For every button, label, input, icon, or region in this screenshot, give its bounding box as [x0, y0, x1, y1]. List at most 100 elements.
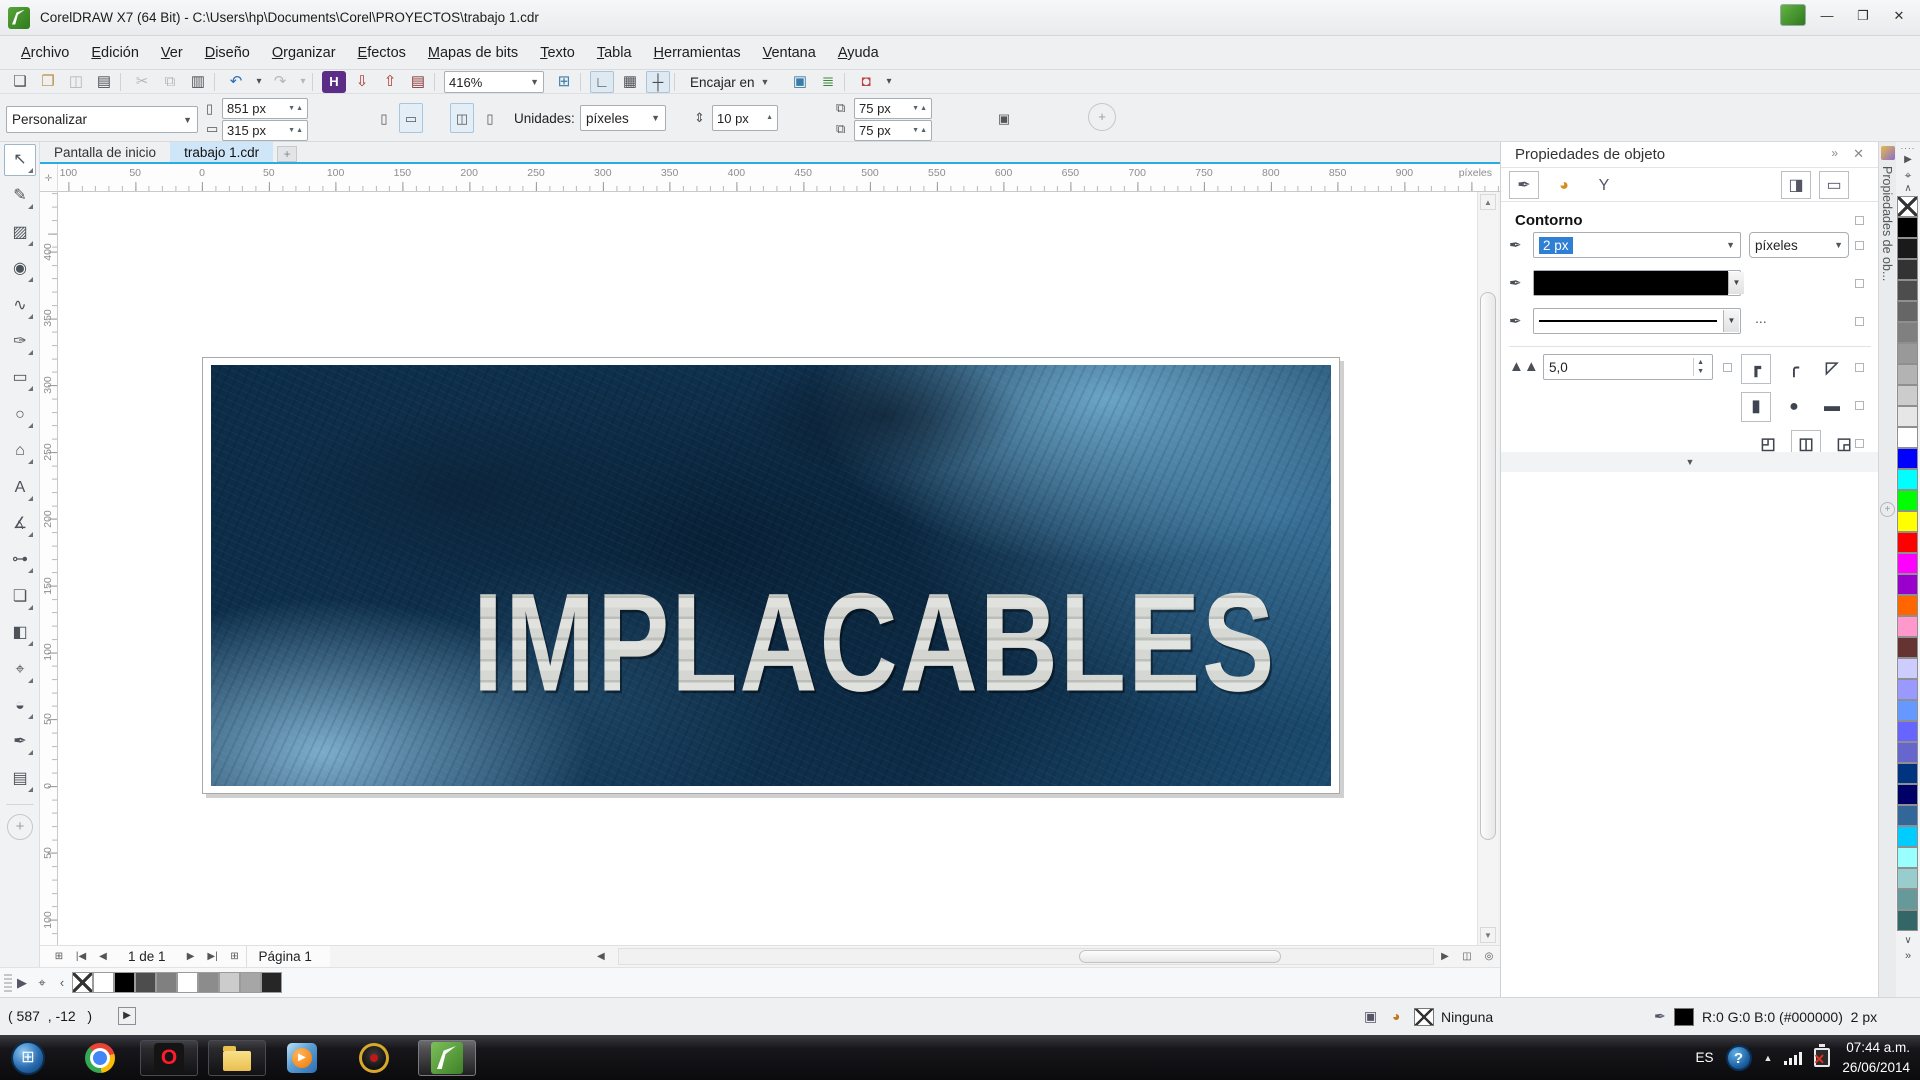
quick-zoom-button[interactable]: ◎: [1478, 948, 1500, 966]
maximize-button[interactable]: ❐: [1848, 4, 1878, 26]
treat-as-filled-button[interactable]: ▣: [990, 103, 1018, 133]
rectangle-tool[interactable]: ▭: [4, 362, 36, 394]
corner-miter-button[interactable]: ┏: [1741, 354, 1771, 384]
undo-dropdown[interactable]: ▾: [252, 71, 266, 93]
color-swatch[interactable]: [1897, 742, 1918, 763]
add-page-front-button[interactable]: ⊞: [48, 948, 70, 966]
outline-width-combo[interactable]: 2 px ▼: [1533, 232, 1741, 258]
pick-tool[interactable]: ↖: [4, 144, 36, 176]
color-swatch[interactable]: [1897, 364, 1918, 385]
color-swatch[interactable]: [1897, 679, 1918, 700]
artistic-media-tool[interactable]: ✑: [4, 326, 36, 358]
quick-customize-button[interactable]: +: [1088, 103, 1116, 131]
drawing-canvas[interactable]: IMPLACABLES: [58, 192, 1477, 945]
color-swatch[interactable]: [1897, 700, 1918, 721]
eyedropper-icon[interactable]: ⌖: [1896, 168, 1920, 183]
menu-diseno[interactable]: Diseño: [194, 39, 261, 67]
webcam-icon[interactable]: [356, 1040, 392, 1076]
status-flyout-button[interactable]: ▶: [118, 1007, 136, 1025]
outline-color-swatch[interactable]: [1674, 1008, 1694, 1026]
menu-ver[interactable]: Ver: [150, 39, 194, 67]
color-swatch[interactable]: [1897, 553, 1918, 574]
color-swatch[interactable]: [114, 972, 135, 993]
current-page-button[interactable]: ▯: [478, 103, 502, 133]
interactive-fill-tool[interactable]: ◒: [4, 690, 36, 722]
menu-ventana[interactable]: Ventana: [752, 39, 827, 67]
corel-account-icon[interactable]: [1780, 4, 1806, 26]
open-button[interactable]: ❒: [36, 71, 60, 93]
color-swatch[interactable]: [1897, 637, 1918, 658]
network-icon[interactable]: [1784, 1051, 1802, 1065]
customization-button[interactable]: ≣: [816, 71, 840, 93]
scroll-up-button[interactable]: ▲: [1480, 194, 1496, 210]
copy-button[interactable]: ⧉: [158, 71, 182, 93]
color-swatch[interactable]: [1897, 490, 1918, 511]
dimension-tool[interactable]: ∡: [4, 508, 36, 540]
polygon-tool[interactable]: ⌂: [4, 435, 36, 467]
zoom-level-combo[interactable]: 416%▼: [444, 71, 544, 93]
color-swatch[interactable]: [1897, 280, 1918, 301]
media-player-icon[interactable]: ▶: [284, 1040, 320, 1076]
clock[interactable]: 07:44 a.m. 26/06/2014: [1842, 1038, 1910, 1077]
preset-combo[interactable]: Personalizar▼: [6, 106, 198, 133]
cap-round-button[interactable]: ●: [1779, 392, 1809, 422]
hscroll-left-button[interactable]: ◀: [590, 948, 612, 966]
color-swatch[interactable]: [1897, 721, 1918, 742]
cap-square-button[interactable]: ▮: [1741, 392, 1771, 422]
tab-trabajo-1-cdr[interactable]: trabajo 1.cdr: [170, 142, 273, 162]
battery-icon[interactable]: ✕: [1814, 1048, 1830, 1067]
outline-pen-tool[interactable]: ✒: [4, 726, 36, 758]
ruler-origin-button[interactable]: ✛: [40, 164, 58, 192]
outline-units-combo[interactable]: píxeles ▼: [1749, 232, 1849, 258]
paste-button[interactable]: ▥: [186, 71, 210, 93]
vertical-ruler[interactable]: 40035030025020015010050050100: [40, 192, 58, 945]
previous-page-button[interactable]: ◀: [92, 948, 114, 966]
color-swatch[interactable]: [135, 972, 156, 993]
menu-efectos[interactable]: Efectos: [347, 39, 417, 67]
palette-flyout-icon[interactable]: ▶: [12, 975, 32, 991]
redo-button[interactable]: ↷: [268, 71, 292, 93]
color-swatch[interactable]: [1897, 469, 1918, 490]
color-swatch[interactable]: [177, 972, 198, 993]
color-swatch[interactable]: [1897, 322, 1918, 343]
summary-tab[interactable]: ◨: [1781, 171, 1811, 199]
color-swatch[interactable]: [1897, 763, 1918, 784]
last-page-button[interactable]: ▶|: [202, 948, 224, 966]
color-swatch[interactable]: [1897, 301, 1918, 322]
chevron-down-icon[interactable]: ▼: [1723, 310, 1739, 332]
color-eyedropper-tool[interactable]: ⌖: [4, 654, 36, 686]
crop-tool[interactable]: ▨: [4, 217, 36, 249]
fill-color-swatch[interactable]: [1414, 1008, 1434, 1026]
menu-ayuda[interactable]: Ayuda: [827, 39, 890, 67]
cap-share-checkbox[interactable]: [1855, 401, 1864, 410]
options-button[interactable]: ▣: [788, 71, 812, 93]
eyedropper-icon[interactable]: ⌖: [32, 975, 52, 991]
monitor-icon[interactable]: ▣: [1364, 1008, 1377, 1025]
miter-checkbox[interactable]: [1723, 363, 1732, 372]
shape-tool[interactable]: ✎: [4, 180, 36, 212]
units-select[interactable]: píxeles▼: [580, 105, 666, 131]
navigator-button[interactable]: ◫: [1456, 948, 1478, 966]
document-page[interactable]: IMPLACABLES: [202, 357, 1340, 794]
transparency-tool[interactable]: ◧: [4, 617, 36, 649]
page-height-field[interactable]: 315 px ▼▲: [222, 120, 308, 141]
show-grid-button[interactable]: ▦: [618, 71, 642, 93]
color-swatch[interactable]: [219, 972, 240, 993]
next-page-button[interactable]: ▶: [180, 948, 202, 966]
vertical-scrollbar[interactable]: ▲ ▼: [1477, 192, 1498, 945]
color-swatch[interactable]: [198, 972, 219, 993]
color-swatch[interactable]: [1897, 448, 1918, 469]
snap-to-dropdown[interactable]: Encajar en▼: [684, 71, 775, 93]
horizontal-scrollbar[interactable]: [618, 948, 1434, 965]
coreldraw-icon[interactable]: [418, 1040, 476, 1076]
ellipse-tool[interactable]: ○: [4, 399, 36, 431]
color-swatch[interactable]: [1897, 238, 1918, 259]
palette-scroll-up[interactable]: ∧: [1896, 183, 1920, 194]
new-document-tab-button[interactable]: +: [277, 146, 297, 162]
cut-button[interactable]: ✂: [130, 71, 154, 93]
show-guidelines-button[interactable]: ┼: [646, 71, 670, 93]
redo-dropdown[interactable]: ▾: [296, 71, 310, 93]
docker-expand-button[interactable]: ▼: [1501, 452, 1879, 472]
docker-close-button[interactable]: ✕: [1853, 146, 1864, 162]
text-tool[interactable]: A: [4, 472, 36, 504]
